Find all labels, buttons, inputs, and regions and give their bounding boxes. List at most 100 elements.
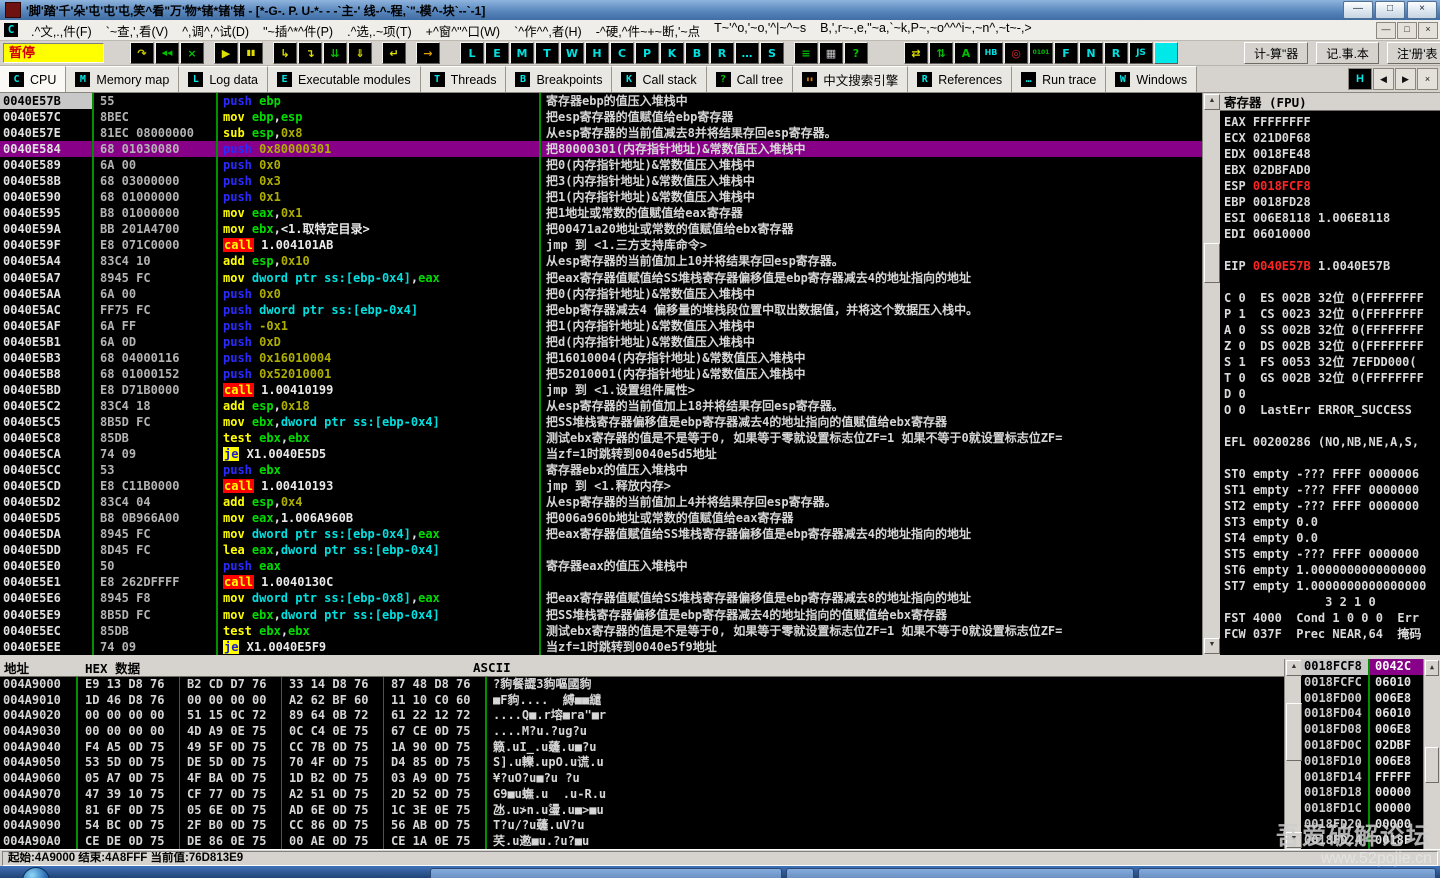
step-into-button[interactable]: ↳	[273, 42, 297, 64]
menu-item[interactable]: `~查,',看(V)	[99, 21, 175, 40]
scroll-up-icon[interactable]: ▲	[1286, 660, 1302, 676]
assemble-button[interactable]: A	[954, 42, 978, 64]
memory-map-button[interactable]: M	[510, 42, 534, 64]
scrollbar-thumb[interactable]	[1425, 747, 1439, 783]
disasm-row[interactable]: 0040E59ABB 201A4700mov ebx,<1.取特定目录>把004…	[0, 221, 1202, 237]
dump-row[interactable]: 004A905053 5D 0D 75DE 5D 0D 7570 4F 0D 7…	[0, 755, 1284, 771]
until-return-button[interactable]: ↵	[382, 42, 406, 64]
disasm-row[interactable]: 0040E5E050push eax寄存器eax的值压入堆栈中	[0, 558, 1202, 574]
call-stack-button[interactable]: K	[660, 42, 684, 64]
r-plugin-button[interactable]: R	[1104, 42, 1128, 64]
tab-scroll-left-button[interactable]: ◀	[1373, 68, 1394, 90]
toolbar-text-button[interactable]: 记.事.本	[1316, 42, 1379, 64]
patches-button[interactable]: P	[635, 42, 659, 64]
disasm-row[interactable]: 0040E5CDE8 C11B0000call 1.00410193jmp 到 …	[0, 478, 1202, 494]
toolbar-text-button[interactable]: 计-算"器	[1244, 42, 1308, 64]
disasm-row[interactable]: 0040E5D283C4 04add esp,0x4从esp寄存器的当前值加上4…	[0, 494, 1202, 510]
disasm-row[interactable]: 0040E5BDE8 D71B0000call 1.00410199jmp 到 …	[0, 382, 1202, 398]
handles-button[interactable]: H	[585, 42, 609, 64]
title-bar[interactable]: '脚'踏'千'朵'屯'屯'屯,笑^看"万'物*锗*锗'锗 - [*-G-. P.…	[0, 0, 1440, 20]
step-over-button[interactable]: ↴	[298, 42, 322, 64]
stack-row[interactable]: 0018FCFC06010	[1301, 675, 1424, 691]
disasm-row[interactable]: 0040E5AA6A 00push 0x0把0(内存指针地址)&常数值压入堆栈中	[0, 286, 1202, 302]
menu-item[interactable]: B,',r~-,e,"~a,`~k,P~,~o^^^i~,~n^,~t~-,>	[813, 21, 1039, 40]
menu-item[interactable]: `^作^^,者(H)	[507, 21, 589, 40]
hexedit-button[interactable]: HB	[979, 42, 1003, 64]
tab-call-stack[interactable]: KCall stack	[612, 66, 706, 92]
register-row[interactable]: EDI 06010000	[1224, 226, 1440, 242]
stack-row[interactable]: 0018FD1800000	[1301, 785, 1424, 801]
taskbar-button[interactable]	[786, 868, 1134, 878]
dump-row[interactable]: 004A903000 00 00 004D A9 0E 750C C4 0E 7…	[0, 724, 1284, 740]
tab-references[interactable]: RReferences	[908, 66, 1012, 92]
dump-row[interactable]: 004A9040F4 A5 0D 7549 5F 0D 75CC 7B 0D 7…	[0, 740, 1284, 756]
register-row[interactable]: EIP 0040E57B 1.0040E57B	[1224, 258, 1440, 274]
stack-row[interactable]: 0018FD08006E8	[1301, 722, 1424, 738]
memory-dump-panel[interactable]: 地址 HEX 数据 ASCII 004A9000E9 13 D8 76B2 CD…	[0, 659, 1284, 849]
register-row[interactable]: ESI 006E8118 1.006E8118	[1224, 210, 1440, 226]
restart-button[interactable]: ↷	[130, 42, 154, 64]
mdi-minimize-button[interactable]: —	[1376, 22, 1396, 39]
swap-button[interactable]: ⇄	[904, 42, 928, 64]
disasm-row[interactable]: 0040E5CC53push ebx寄存器ebx的值压入堆栈中	[0, 462, 1202, 478]
disasm-row[interactable]: 0040E5CA74 09je X1.0040E5D5当zf=1时跳转到0040…	[0, 446, 1202, 462]
tab-run-trace[interactable]: …Run trace	[1012, 66, 1106, 92]
menu-item[interactable]: +^窗^"^口(W)	[419, 21, 507, 40]
executables-button[interactable]: E	[485, 42, 509, 64]
rewind-button[interactable]: ◀◀	[155, 42, 179, 64]
disasm-row[interactable]: 0040E58468 01030080push 0x80000301把80000…	[0, 141, 1202, 157]
dump-row[interactable]: 004A907047 39 10 75CF 77 0D 75A2 51 0D 7…	[0, 787, 1284, 803]
stack-row[interactable]: 0018FCF80042C	[1301, 659, 1424, 675]
dump-row[interactable]: 004A90A0CE DE 0D 75DE 86 0E 7500 AE 0D 7…	[0, 834, 1284, 849]
tab-threads[interactable]: TThreads	[421, 66, 507, 92]
binary-button[interactable]: 0101	[1029, 42, 1053, 64]
stack-row[interactable]: 0018FD0406010	[1301, 706, 1424, 722]
menu-item[interactable]: T~'^o,'~o,'^|~^~s	[707, 21, 813, 40]
help-button[interactable]: ?	[844, 42, 868, 64]
disasm-row[interactable]: 0040E5A78945 FCmov dword ptr ss:[ebp-0x4…	[0, 270, 1202, 286]
disasm-row[interactable]: 0040E5B368 04000116push 0x16010004把16010…	[0, 350, 1202, 366]
disasm-row[interactable]: 0040E5EC85DBtest ebx,ebx测试ebx寄存器的值是不是等于0…	[0, 623, 1202, 639]
dump-scrollbar[interactable]: ▲ ▼	[1284, 659, 1301, 849]
mdi-restore-button[interactable]: □	[1397, 22, 1417, 39]
disassembly-panel[interactable]: 0040E57B55push ebp寄存器ebp的值压入堆栈中0040E57C8…	[0, 93, 1202, 655]
disasm-row[interactable]: 0040E5ACFF75 FCpush dword ptr ss:[ebp-0x…	[0, 302, 1202, 318]
pause-button[interactable]: ▮▮	[239, 42, 263, 64]
stack-row[interactable]: 0018FD14FFFFF	[1301, 770, 1424, 786]
tab-log-data[interactable]: LLog data	[179, 66, 268, 92]
js-plugin-button[interactable]: JS	[1129, 42, 1153, 64]
disasm-row[interactable]: 0040E59068 01000000push 0x1把1(内存指针地址)&常数…	[0, 189, 1202, 205]
disasm-row[interactable]: 0040E5B868 01000152push 0x52010001把52010…	[0, 366, 1202, 382]
h-button[interactable]: H	[1348, 68, 1372, 90]
disasm-row[interactable]: 0040E5DD8D45 FClea eax,dword ptr ss:[ebp…	[0, 542, 1202, 558]
disasm-row[interactable]: 0040E57B55push ebp寄存器ebp的值压入堆栈中	[0, 93, 1202, 109]
disasm-row[interactable]: 0040E5C283C4 18add esp,0x18从esp寄存器的当前值加上…	[0, 398, 1202, 414]
tab-breakpoints[interactable]: BBreakpoints	[506, 66, 612, 92]
references-button[interactable]: R	[710, 42, 734, 64]
tab-cpu[interactable]: CCPU	[0, 66, 66, 92]
maximize-button[interactable]: □	[1375, 1, 1405, 19]
scroll-down-icon[interactable]: ▼	[1204, 638, 1220, 654]
menu-item[interactable]: "~插^*^件(P)	[256, 21, 340, 40]
tab-call-tree[interactable]: ?Call tree	[707, 66, 794, 92]
cpu-button[interactable]: C	[610, 42, 634, 64]
dump-row[interactable]: 004A902000 00 00 0051 15 0C 7289 64 0B 7…	[0, 708, 1284, 724]
register-row[interactable]: ESP 0018FCF8	[1224, 178, 1440, 194]
dump-row[interactable]: 004A908081 6F 0D 7505 6E 0D 75AD 6E 0D 7…	[0, 803, 1284, 819]
target-button[interactable]: ◎	[1004, 42, 1028, 64]
goto-button[interactable]: →	[416, 42, 440, 64]
menu-item[interactable]: ^,调^,^试(D)	[175, 21, 256, 40]
disasm-row[interactable]: 0040E58B68 03000000push 0x3把3(内存指针地址)&常数…	[0, 173, 1202, 189]
register-row[interactable]: EBX 02DBFAD0	[1224, 162, 1440, 178]
disasm-row[interactable]: 0040E5896A 00push 0x0把0(内存指针地址)&常数值压入堆栈中	[0, 157, 1202, 173]
taskbar-button[interactable]	[430, 868, 782, 878]
disasm-row[interactable]: 0040E5C885DBtest ebx,ebx测试ebx寄存器的值是不是等于0…	[0, 430, 1202, 446]
windows-button[interactable]: W	[560, 42, 584, 64]
views-button[interactable]: ≡	[794, 42, 818, 64]
disasm-row[interactable]: 0040E57C8BECmov ebp,esp把esp寄存器的值赋值给ebp寄存…	[0, 109, 1202, 125]
stack-row[interactable]: 0018FD240018F	[1301, 833, 1424, 849]
tab-中文搜索引擎[interactable]: ▮▮中文搜索引擎	[793, 66, 908, 92]
dump-row[interactable]: 004A906005 A7 0D 754F BA 0D 751D B2 0D 7…	[0, 771, 1284, 787]
toolbar-text-button[interactable]: 注'册'表	[1387, 42, 1440, 64]
registers-panel[interactable]: 寄存器 (FPU) EAX FFFFFFFFECX 021D0F68EDX 00…	[1220, 93, 1440, 655]
